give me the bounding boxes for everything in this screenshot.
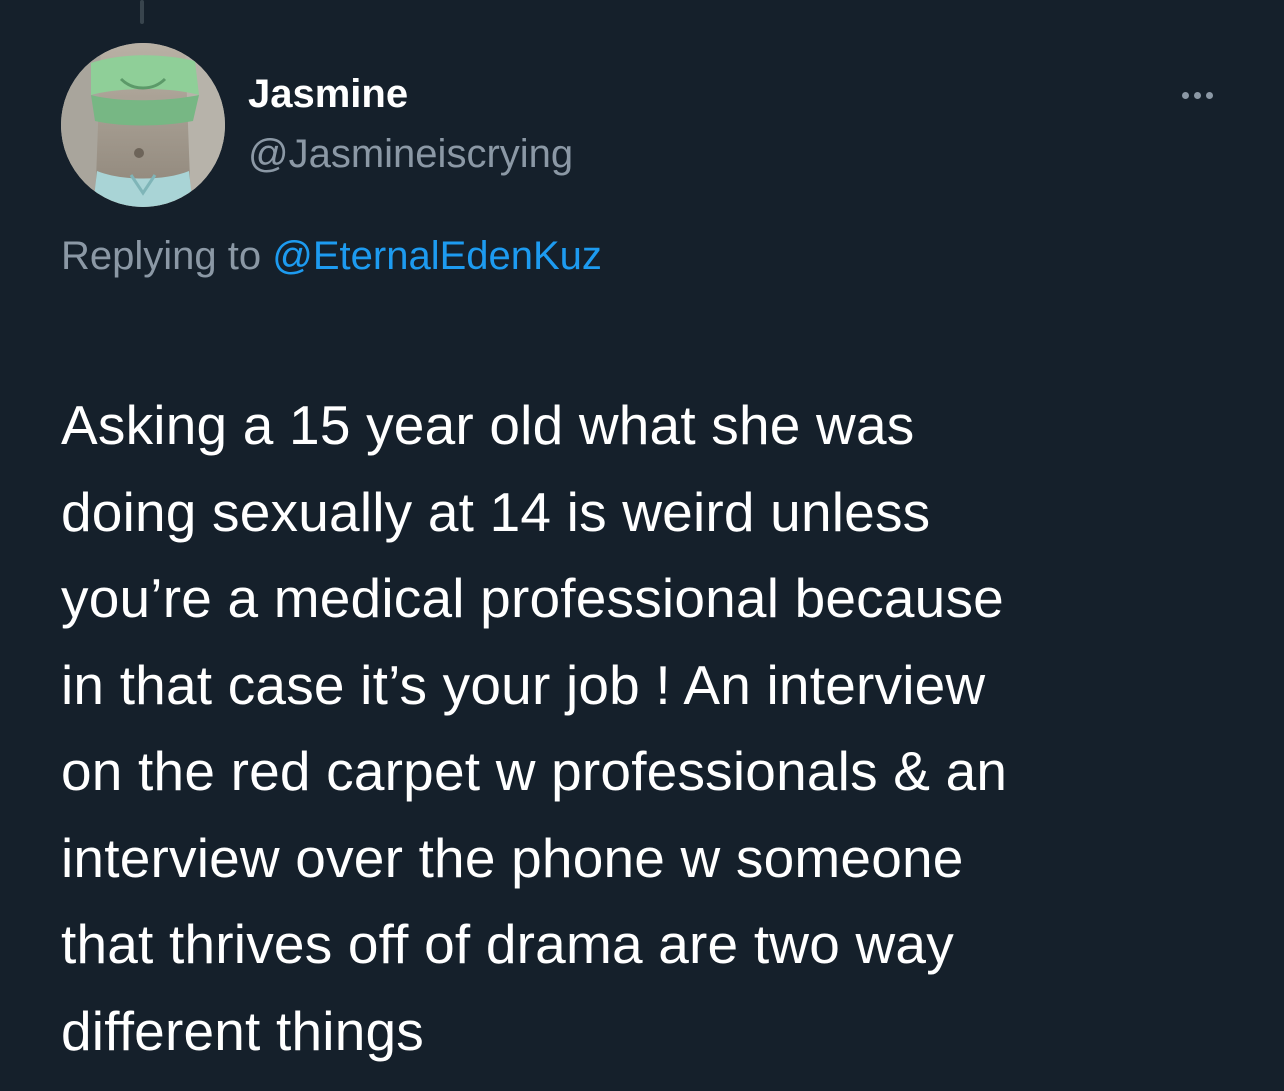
more-options-icon[interactable] bbox=[1170, 80, 1224, 110]
tweet-text-line: you’re a medical professional because bbox=[61, 567, 1004, 629]
tweet-text-line: interview over the phone w someone bbox=[61, 826, 964, 889]
author-display-name[interactable]: Jasmine bbox=[248, 70, 408, 118]
avatar[interactable] bbox=[61, 43, 225, 207]
avatar-image bbox=[61, 43, 225, 207]
tweet-text: Asking a 15 year old what she was doing … bbox=[61, 382, 1241, 1074]
thread-connector-line bbox=[140, 0, 144, 24]
tweet-text-line: different things bbox=[61, 999, 424, 1062]
tweet-text-line: on the red carpet w professionals & an bbox=[61, 740, 1008, 802]
reply-context: Replying to @EternalEdenKuz bbox=[61, 230, 602, 282]
reply-context-prefix: Replying to bbox=[61, 234, 273, 278]
tweet-text-line: that thrives off of drama are two way bbox=[61, 913, 954, 975]
tweet-text-line: in that case it’s your job ! An intervie… bbox=[61, 653, 986, 716]
tweet-text-line: Asking a 15 year old what she was bbox=[61, 394, 915, 456]
author-handle[interactable]: @Jasmineiscrying bbox=[248, 130, 573, 178]
reply-mention-link[interactable]: @EternalEdenKuz bbox=[272, 234, 602, 278]
tweet-text-line: doing sexually at 14 is weird unless bbox=[61, 480, 931, 543]
